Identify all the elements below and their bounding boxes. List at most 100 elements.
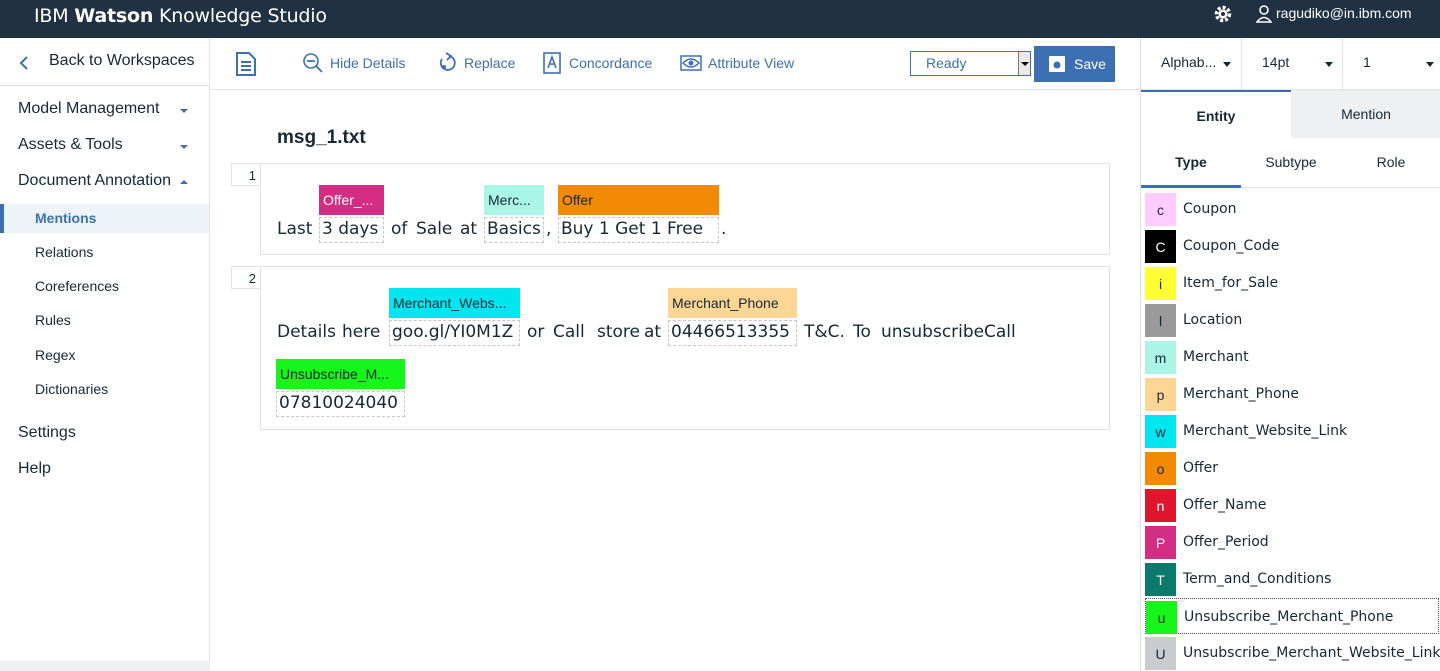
nav-settings[interactable]: Settings (18, 424, 76, 442)
document-icon[interactable] (235, 51, 257, 77)
token[interactable]: Call (553, 322, 585, 342)
entity-type-item[interactable]: w Merchant_Website_Link (1145, 413, 1439, 449)
entity-type-item[interactable]: c Coupon (1145, 191, 1439, 227)
entity-type-item[interactable]: C Coupon_Code (1145, 228, 1439, 264)
eye-icon (680, 55, 702, 71)
nav-item-regex[interactable]: Regex (35, 347, 75, 363)
entity-type-item[interactable]: m Merchant (1145, 339, 1439, 375)
entity-key-badge: p (1145, 378, 1176, 411)
token[interactable]: of (391, 219, 407, 239)
hide-details-label: Hide Details (330, 55, 406, 71)
sort-value: Alphab... (1161, 54, 1217, 70)
user-icon[interactable] (1256, 5, 1272, 23)
nav-item-mentions[interactable] (0, 204, 209, 233)
nav-document-annotation[interactable]: Document Annotation (18, 172, 171, 190)
chevron-left-icon (19, 56, 28, 70)
replace-label: Replace (464, 55, 516, 71)
entity-key-badge: l (1145, 304, 1176, 337)
concordance-button[interactable]: Concordance (541, 52, 652, 74)
entity-type-item[interactable]: u Unsubscribe_Merchant_Phone (1145, 598, 1439, 634)
user-email[interactable]: ragudiko@in.ibm.com (1276, 5, 1412, 21)
nav-help[interactable]: Help (18, 460, 51, 478)
token[interactable]: unsubscribe (881, 322, 984, 342)
entity-type-name: Coupon_Code (1183, 238, 1280, 254)
entity-type-item[interactable]: o Offer (1145, 450, 1439, 486)
caret-up-icon[interactable] (180, 180, 188, 184)
entity-type-item[interactable]: P Offer_Period (1145, 524, 1439, 560)
nav-scrollbar[interactable] (0, 661, 210, 671)
annotation-tag-offer[interactable]: Offer (558, 185, 719, 215)
entity-type-name: Offer_Name (1183, 497, 1267, 513)
annotation-tag-merchant[interactable]: Merc... (484, 185, 544, 215)
concordance-label: Concordance (569, 55, 653, 71)
entity-key-badge: m (1145, 341, 1176, 374)
tab-mention[interactable]: Mention (1291, 90, 1440, 138)
entity-type-name: Offer (1183, 460, 1219, 476)
font-size-dropdown[interactable]: 14pt (1242, 38, 1343, 90)
attribute-view-button[interactable]: Attribute View (680, 52, 794, 74)
replace-button[interactable]: Replace (436, 52, 515, 74)
nav-item-dictionaries[interactable]: Dictionaries (35, 381, 108, 397)
page-dropdown[interactable]: 1 (1343, 38, 1440, 90)
left-nav: Back to Workspaces Model Management Asse… (0, 38, 210, 671)
annotation-tag-merchant-phone[interactable]: Merchant_Phone (668, 288, 797, 318)
caret-down-icon[interactable] (1325, 62, 1333, 67)
entity-key-badge: u (1146, 601, 1177, 634)
caret-down-icon[interactable] (180, 109, 188, 113)
entity-type-item[interactable]: U Unsubscribe_Merchant_Website_Link (1145, 635, 1440, 671)
token[interactable]: 3 days (322, 219, 378, 239)
nav-item-rules[interactable]: Rules (35, 312, 71, 328)
token[interactable]: at (644, 322, 661, 342)
caret-down-icon[interactable] (180, 145, 188, 149)
entity-type-name: Item_for_Sale (1183, 275, 1279, 291)
token[interactable]: at (460, 219, 477, 239)
token[interactable]: store (597, 322, 640, 342)
panel-tabs: Entity Mention (1141, 90, 1440, 138)
back-to-workspaces-button[interactable]: Back to Workspaces (0, 38, 209, 86)
nav-item-mentions-label[interactable]: Mentions (35, 210, 96, 226)
token[interactable]: here (342, 322, 380, 342)
token[interactable]: Details (277, 322, 336, 342)
tab-subtype[interactable]: Subtype (1241, 154, 1341, 170)
token[interactable]: To (853, 322, 871, 342)
annotation-tag-offer-period[interactable]: Offer_... (319, 185, 384, 215)
entity-type-item[interactable]: n Offer_Name (1145, 487, 1439, 523)
tab-entity[interactable]: Entity (1141, 90, 1291, 138)
entity-type-item[interactable]: l Location (1145, 302, 1439, 338)
token[interactable]: , (546, 219, 551, 239)
token[interactable]: Buy 1 Get 1 Free (561, 219, 703, 239)
token[interactable]: T&C. (804, 322, 845, 342)
sort-dropdown[interactable]: Alphab... (1141, 38, 1242, 90)
entity-key-badge: n (1145, 489, 1176, 522)
entity-panel: Alphab... 14pt 1 Entity Mention Type Sub… (1140, 38, 1440, 671)
tab-type[interactable]: Type (1141, 154, 1241, 170)
entity-type-name: Merchant_Website_Link (1183, 423, 1348, 439)
token[interactable]: Sale (416, 219, 452, 239)
gear-icon[interactable] (1213, 4, 1233, 24)
dropdown-arrow-icon[interactable] (1018, 52, 1030, 75)
caret-down-icon[interactable] (1223, 62, 1231, 67)
entity-type-name: Location (1183, 312, 1243, 328)
hide-details-button[interactable]: Hide Details (302, 52, 405, 74)
nav-item-relations[interactable]: Relations (35, 244, 93, 260)
nav-model-management[interactable]: Model Management (18, 100, 159, 118)
save-button[interactable]: Save (1034, 46, 1115, 82)
token[interactable]: goo.gl/YI0M1Z (392, 322, 513, 342)
nav-assets-tools[interactable]: Assets & Tools (18, 136, 123, 154)
token[interactable]: or (527, 322, 544, 342)
entity-type-item[interactable]: T Term_and_Conditions (1145, 561, 1439, 597)
nav-item-coreferences[interactable]: Coreferences (35, 278, 119, 294)
annotation-tag-merchant-website-link[interactable]: Merchant_Webs... (389, 288, 520, 318)
token[interactable]: 04466513355 (671, 322, 790, 342)
status-dropdown[interactable]: Ready (910, 51, 1031, 76)
tab-role[interactable]: Role (1341, 154, 1440, 170)
entity-type-item[interactable]: i Item_for_Sale (1145, 265, 1439, 301)
token[interactable]: Last (277, 219, 312, 239)
caret-down-icon[interactable] (1426, 62, 1434, 67)
annotation-tag-unsubscribe-merchant-phone[interactable]: Unsubscribe_M... (276, 359, 405, 389)
entity-type-item[interactable]: p Merchant_Phone (1145, 376, 1439, 412)
token[interactable]: . (721, 219, 726, 239)
token[interactable]: Call (984, 322, 1016, 342)
token[interactable]: Basics (487, 219, 541, 239)
token[interactable]: 07810024040 (279, 393, 398, 413)
